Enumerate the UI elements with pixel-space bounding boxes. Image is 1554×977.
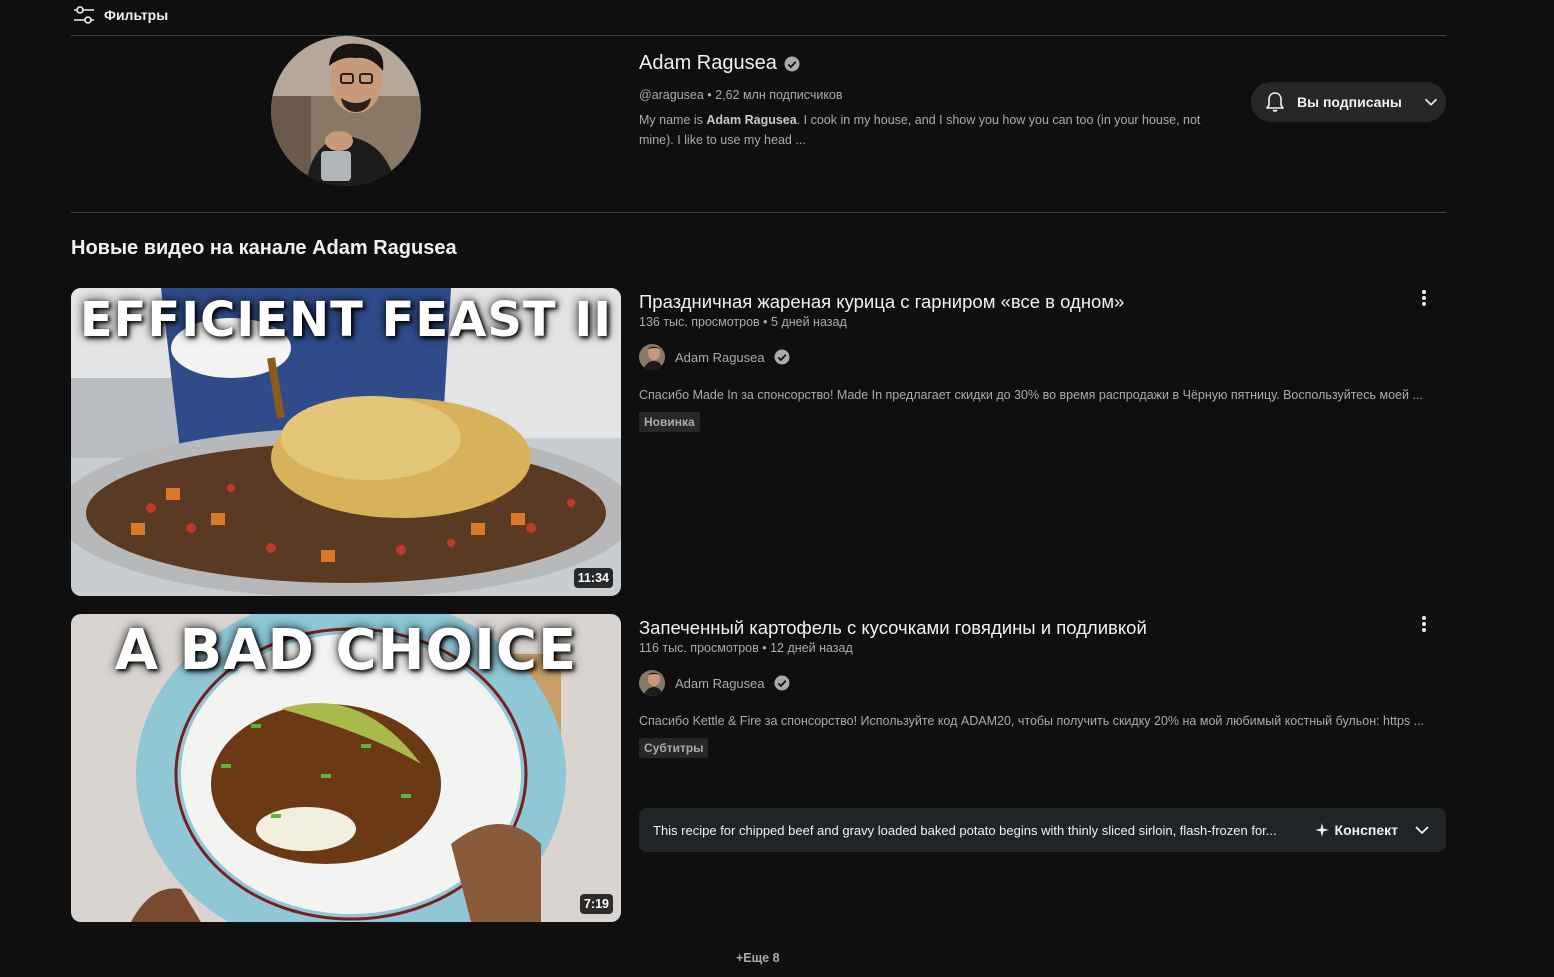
video-thumbnail-1[interactable]: EFFICIENT FEAST II 11:34 bbox=[71, 288, 621, 596]
video-thumbnail-2[interactable]: A BAD CHOICE 7:19 bbox=[71, 614, 621, 922]
subscriber-count: 2,62 млн подписчиков bbox=[715, 88, 843, 102]
view-count-2: 116 тыс. просмотров bbox=[639, 641, 759, 655]
summary-text: This recipe for chipped beef and gravy l… bbox=[653, 822, 1277, 838]
video-summary-bar[interactable]: This recipe for chipped beef and gravy l… bbox=[639, 808, 1446, 852]
channel-name-row: Adam Ragusea bbox=[639, 52, 1229, 75]
view-count-1: 136 тыс. просмотров bbox=[639, 315, 760, 329]
video-age-2: 12 дней назад bbox=[770, 641, 853, 655]
video-channel-name-1: Adam Ragusea bbox=[675, 349, 765, 365]
video-info-2: Запеченный картофель с кусочками говядин… bbox=[639, 616, 1439, 758]
video-channel-2[interactable]: Adam Ragusea bbox=[639, 670, 1439, 696]
verified-icon bbox=[774, 349, 790, 365]
video-channel-name-2: Adam Ragusea bbox=[675, 675, 765, 691]
filters-button[interactable]: Фильтры bbox=[72, 3, 168, 27]
video-age-1: 5 дней назад bbox=[771, 315, 847, 329]
video-title-2[interactable]: Запеченный картофель с кусочками говядин… bbox=[639, 616, 1439, 640]
top-divider bbox=[71, 35, 1446, 36]
more-actions-button-1[interactable] bbox=[1410, 284, 1438, 312]
thumbnail-text-2: A BAD CHOICE bbox=[114, 618, 578, 683]
more-vert-icon bbox=[1422, 616, 1426, 632]
meta-separator-1: • bbox=[759, 315, 772, 329]
sparkle-icon bbox=[1314, 823, 1329, 837]
subscribed-label: Вы подписаны bbox=[1297, 94, 1402, 110]
chevron-down-icon bbox=[1424, 98, 1437, 106]
verified-icon bbox=[774, 675, 790, 691]
mini-avatar-2 bbox=[639, 670, 665, 696]
section-title: Новые видео на канале Adam Ragusea bbox=[71, 237, 457, 259]
duration-badge-1: 11:34 bbox=[573, 568, 613, 588]
bell-icon bbox=[1266, 92, 1284, 112]
thumbnail-text-1: EFFICIENT FEAST II bbox=[79, 292, 613, 348]
meta-separator: • bbox=[703, 88, 716, 102]
mini-avatar-1 bbox=[639, 344, 665, 370]
description-prefix: My name is bbox=[639, 113, 707, 127]
video-meta-1: 136 тыс. просмотров • 5 дней назад bbox=[639, 315, 1439, 329]
description-bold: Adam Ragusea bbox=[706, 113, 797, 127]
channel-name[interactable]: Adam Ragusea bbox=[639, 52, 777, 75]
mini-avatar-image-1 bbox=[639, 344, 665, 370]
more-vert-icon bbox=[1422, 290, 1426, 306]
more-actions-button-2[interactable] bbox=[1410, 610, 1438, 638]
subtitles-badge: Субтитры bbox=[639, 738, 709, 758]
video-channel-1[interactable]: Adam Ragusea bbox=[639, 344, 1439, 370]
verified-icon bbox=[784, 56, 800, 71]
new-badge: Новинка bbox=[639, 412, 700, 432]
chevron-down-icon[interactable] bbox=[1412, 820, 1432, 840]
filters-label: Фильтры bbox=[104, 7, 169, 23]
subscribed-button[interactable]: Вы подписаны bbox=[1251, 82, 1446, 122]
duration-badge-2: 7:19 bbox=[579, 894, 613, 914]
meta-separator-2: • bbox=[758, 641, 771, 655]
channel-divider bbox=[71, 212, 1446, 213]
show-more-button[interactable]: +Еще 8 bbox=[736, 951, 780, 965]
channel-meta: @aragusea • 2,62 млн подписчиков bbox=[639, 88, 1229, 102]
channel-description[interactable]: My name is Adam Ragusea. I cook in my ho… bbox=[639, 110, 1229, 150]
filters-icon bbox=[74, 6, 94, 24]
summary-button[interactable]: Конспект bbox=[1314, 822, 1398, 838]
channel-avatar-image bbox=[271, 36, 421, 186]
video-info-1: Праздничная жареная курица с гарниром «в… bbox=[639, 290, 1439, 432]
video-meta-2: 116 тыс. просмотров • 12 дней назад bbox=[639, 641, 1439, 655]
channel-avatar[interactable] bbox=[271, 36, 421, 186]
video-description-1: Спасибо Made In за спонсорство! Made In … bbox=[639, 388, 1423, 402]
video-title-1[interactable]: Праздничная жареная курица с гарниром «в… bbox=[639, 290, 1439, 314]
summary-label: Конспект bbox=[1334, 822, 1398, 838]
mini-avatar-image-2 bbox=[639, 670, 665, 696]
video-description-2: Спасибо Kettle & Fire за спонсорство! Ис… bbox=[639, 714, 1425, 728]
channel-info: Adam Ragusea @aragusea • 2,62 млн подпис… bbox=[639, 52, 1229, 150]
channel-handle: @aragusea bbox=[639, 88, 704, 102]
